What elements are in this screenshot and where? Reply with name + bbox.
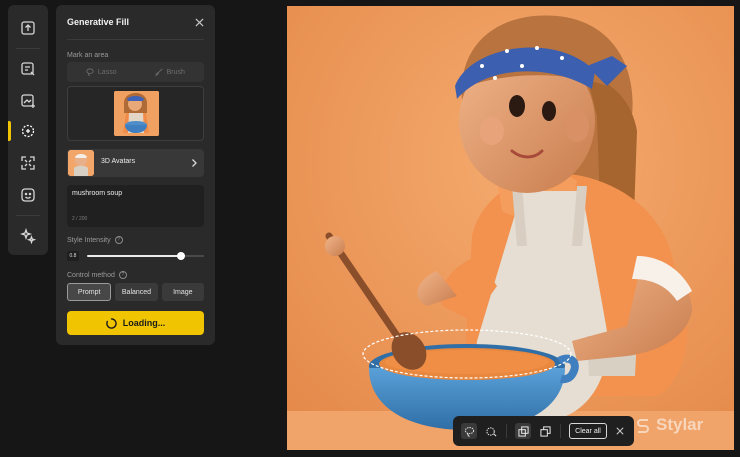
brush-mode-label: Brush — [166, 68, 185, 76]
toolbar-divider — [506, 424, 507, 438]
source-image-thumbnail — [114, 91, 159, 136]
method-balanced-button[interactable]: Balanced — [115, 283, 158, 301]
toolbar-divider — [560, 424, 561, 438]
expand-icon[interactable] — [16, 151, 40, 175]
style-selector[interactable]: 3D Avatars — [67, 149, 204, 177]
rail-divider — [16, 48, 40, 49]
control-method-label: Control method ? — [67, 271, 127, 279]
active-tool-indicator — [8, 121, 11, 141]
close-icon[interactable] — [613, 424, 627, 438]
source-image-preview[interactable] — [67, 86, 204, 141]
generative-fill-panel: Generative Fill Mark an area Lasso Brush — [56, 5, 215, 345]
generate-button[interactable]: Loading... — [67, 311, 204, 335]
lasso-select-icon — [464, 426, 474, 437]
style-intensity-text: Style Intensity — [67, 236, 111, 244]
add-selection-icon — [517, 425, 529, 437]
chevron-right-icon — [192, 159, 197, 167]
selection-toolbar: Clear all — [453, 416, 634, 446]
lasso-select-button[interactable] — [461, 423, 477, 439]
close-icon[interactable] — [192, 15, 206, 29]
rail-divider — [16, 215, 40, 216]
add-selection-button[interactable] — [515, 423, 531, 439]
sparkles-icon[interactable] — [16, 224, 40, 248]
info-icon[interactable]: ? — [114, 236, 123, 244]
subtract-selection-icon — [539, 425, 551, 437]
tool-rail — [8, 5, 48, 255]
panel-title: Generative Fill — [67, 17, 130, 27]
brush-mode-button[interactable]: Brush — [136, 62, 205, 82]
watermark: Stylar — [635, 415, 703, 435]
method-image-button[interactable]: Image — [161, 283, 204, 301]
style-intensity-value: 0.8 — [67, 251, 79, 261]
stylar-logo-icon — [637, 419, 649, 433]
brush-select-icon — [485, 426, 496, 436]
style-name: 3D Avatars — [101, 158, 136, 165]
style-intensity-slider[interactable] — [87, 252, 204, 260]
mark-mode-switch: Lasso Brush — [67, 62, 204, 82]
panel-divider — [67, 39, 204, 40]
method-prompt-button[interactable]: Prompt — [67, 283, 112, 301]
prompt-char-count: 2 / 200 — [72, 216, 88, 222]
mark-area-label: Mark an area — [67, 52, 109, 59]
slider-fill — [87, 255, 181, 257]
watermark-text: Stylar — [656, 415, 704, 434]
style-intensity-label: Style Intensity ? — [67, 236, 123, 244]
brush-icon — [154, 68, 163, 76]
style-thumbnail — [68, 150, 94, 176]
image-sparkle-icon[interactable] — [16, 89, 40, 113]
image-edit-icon[interactable] — [16, 57, 40, 81]
control-method-text: Control method — [67, 271, 115, 279]
clear-all-button[interactable]: Clear all — [569, 423, 607, 439]
spinner-icon — [105, 317, 117, 329]
slider-handle[interactable] — [176, 252, 185, 260]
magic-fill-icon[interactable] — [16, 119, 40, 143]
canvas-image — [287, 6, 734, 450]
lasso-icon — [86, 68, 94, 76]
lasso-mode-button[interactable]: Lasso — [67, 62, 136, 82]
subtract-selection-button[interactable] — [537, 423, 553, 439]
prompt-text: mushroom soup — [72, 190, 123, 197]
brush-select-button[interactable] — [483, 423, 499, 439]
lasso-mode-label: Lasso — [97, 68, 117, 76]
generate-button-label: Loading... — [122, 318, 166, 328]
info-icon[interactable]: ? — [118, 271, 127, 279]
control-method-switch: Prompt Balanced Image — [67, 283, 204, 301]
prompt-input[interactable]: mushroom soup 2 / 200 — [67, 185, 204, 227]
image-canvas[interactable] — [287, 6, 734, 450]
image-upload-icon[interactable] — [16, 16, 40, 40]
face-icon[interactable] — [16, 183, 40, 207]
